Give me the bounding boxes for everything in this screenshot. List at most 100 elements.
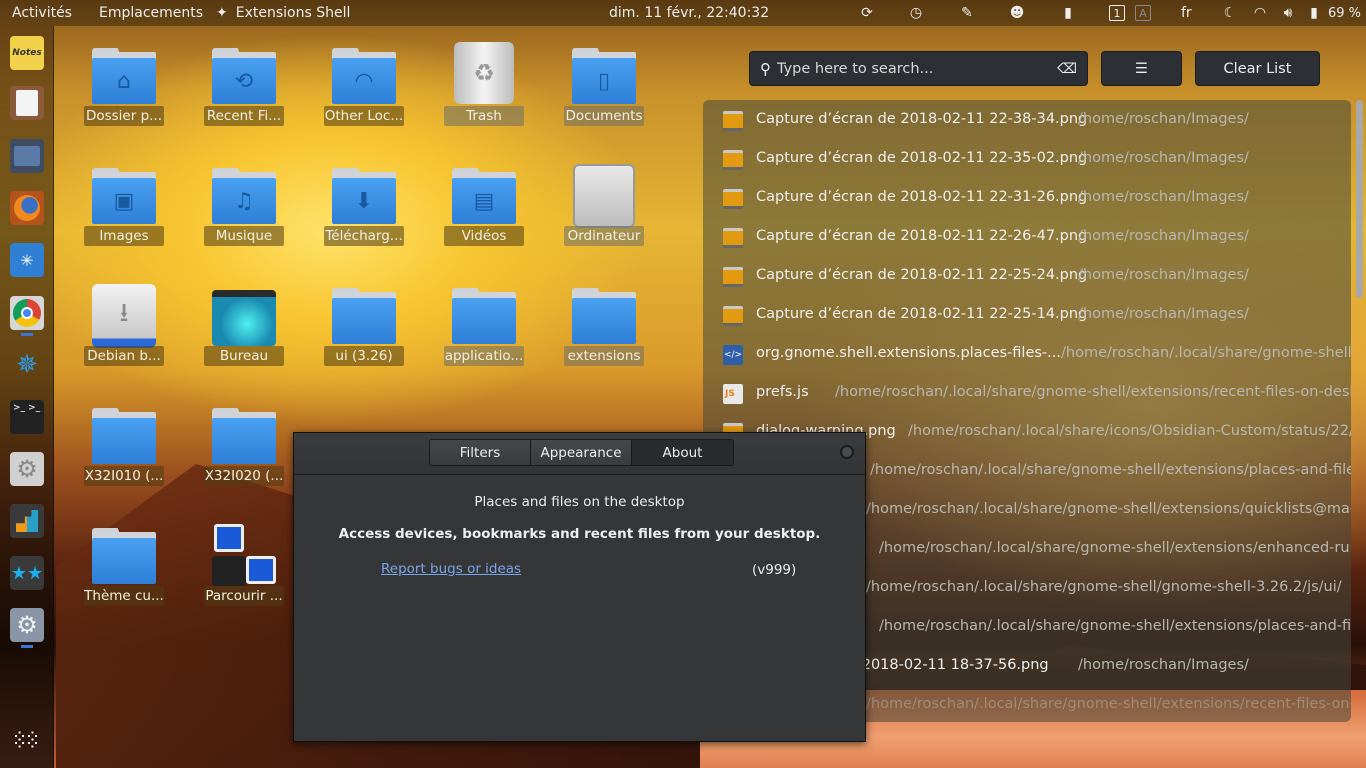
battery-icon[interactable]: ▮ bbox=[1305, 4, 1323, 22]
desktop-icon[interactable]: extensions bbox=[559, 280, 649, 390]
image-file-icon bbox=[723, 189, 743, 209]
workspace-a-indicator[interactable]: A bbox=[1135, 5, 1151, 21]
dock-item-stars[interactable]: ★★ bbox=[10, 556, 44, 590]
history-icon[interactable]: ◷ bbox=[907, 4, 925, 22]
dock-item-compass-star[interactable]: ✵ bbox=[10, 348, 44, 382]
desktop-icon[interactable]: ⭳ Debian b... bbox=[79, 280, 169, 390]
night-light-icon[interactable]: ☾ bbox=[1221, 4, 1239, 22]
dock-item-files[interactable] bbox=[10, 139, 44, 173]
dock-item-browser[interactable]: ✳ bbox=[10, 243, 44, 277]
desktop-icon[interactable]: ♻ Trash bbox=[439, 40, 529, 150]
wifi-icon[interactable]: ◠ bbox=[1251, 4, 1269, 22]
desktop-icon[interactable]: Ordinateur bbox=[559, 160, 649, 270]
recent-file-path: /home/roschan/Images/ bbox=[1078, 306, 1249, 322]
dock-item-notes[interactable]: Notes bbox=[10, 36, 44, 70]
images-folder-icon: ▣ bbox=[92, 168, 156, 224]
desktop-icon-label: Trash bbox=[444, 106, 524, 126]
recent-file-path: /home/roschan/.local/share/gnome-shell/e… bbox=[879, 540, 1351, 556]
recent-file-item[interactable]: Capture d’écran de 2018-02-11 22-26-47.p… bbox=[703, 218, 1351, 257]
recent-file-item[interactable]: </> org.gnome.shell.extensions.places-fil… bbox=[703, 335, 1351, 374]
recent-file-name: Capture d’écran de 2018-02-11 22-38-34.p… bbox=[756, 111, 1088, 127]
tab-appearance[interactable]: Appearance bbox=[531, 440, 632, 465]
clear-search-icon[interactable]: ⌫ bbox=[1057, 61, 1077, 77]
app-menu-label: Extensions Shell bbox=[235, 5, 351, 21]
places-menu[interactable]: Emplacements bbox=[99, 0, 203, 26]
desktop-icon[interactable]: applicatio... bbox=[439, 280, 529, 390]
desktop-icon[interactable]: ♫ Musique bbox=[199, 160, 289, 270]
desktop-icon[interactable]: ui (3.26) bbox=[319, 280, 409, 390]
tweaks-icon: ⚙ bbox=[16, 455, 38, 483]
desktop-icon[interactable]: ⟲ Recent Fi... bbox=[199, 40, 289, 150]
desktop-icon[interactable]: Parcourir ... bbox=[199, 520, 289, 630]
desktop-icon-label: Recent Fi... bbox=[204, 106, 284, 126]
recent-file-path: /home/roschan/.local/share/gnome-shell..… bbox=[1061, 345, 1351, 361]
extensions-icon: ✦ bbox=[216, 5, 228, 21]
desktop-icon-label: X32I010 (... bbox=[84, 466, 164, 486]
clipboard-icon[interactable]: ▮ bbox=[1059, 4, 1077, 22]
desktop-icon[interactable]: ▤ Vidéos bbox=[439, 160, 529, 270]
refresh-icon[interactable]: ⟳ bbox=[858, 4, 876, 22]
folder-icon bbox=[332, 288, 396, 344]
clear-list-button[interactable]: Clear List bbox=[1195, 51, 1320, 86]
recent-file-item[interactable]: JS prefs.js/home/roschan/.local/share/gno… bbox=[703, 374, 1351, 413]
desktop-icon-label: extensions bbox=[564, 346, 644, 366]
report-bugs-link[interactable]: Report bugs or ideas bbox=[381, 561, 521, 577]
desktop-icon[interactable]: ▯ Documents bbox=[559, 40, 649, 150]
recent-file-name: Capture d’écran de 2018-02-11 22-26-47.p… bbox=[756, 228, 1088, 244]
clock[interactable]: dim. 11 févr., 22:40:32 bbox=[609, 0, 769, 26]
desktop-icon-label: Musique bbox=[204, 226, 284, 246]
extension-description: Access devices, bookmarks and recent fil… bbox=[338, 526, 821, 542]
recent-file-path: /home/roschan/Images/ bbox=[1078, 657, 1249, 673]
clipboard-checklist-icon bbox=[16, 90, 38, 116]
recent-file-path: /home/roschan/.local/share/gnome-shell/e… bbox=[866, 696, 1351, 712]
recent-file-item[interactable]: Capture d’écran de 2018-02-11 22-25-24.p… bbox=[703, 257, 1351, 296]
dock-item-settings[interactable]: ⚙ bbox=[10, 608, 44, 642]
recent-file-path: /home/roschan/Images/ bbox=[1078, 228, 1249, 244]
desktop-icon[interactable]: ⌂ Dossier p... bbox=[79, 40, 169, 150]
recent-file-item[interactable]: Capture d’écran de 2018-02-11 22-35-02.p… bbox=[703, 140, 1351, 179]
top-bar: Activités Emplacements ✦ Extensions Shel… bbox=[0, 0, 1366, 26]
workspace-1-indicator[interactable]: 1 bbox=[1109, 5, 1125, 21]
file-manager-icon bbox=[14, 146, 40, 166]
desktop-icon[interactable]: X32I010 (... bbox=[79, 400, 169, 510]
desktop-icon[interactable]: Bureau bbox=[199, 280, 289, 390]
network-folder-icon: ◠ bbox=[332, 48, 396, 104]
battery-percent[interactable]: 69 % bbox=[1328, 0, 1361, 26]
dock: Notes ✳ ✵ >_ >_ ⚙ ★★ ⚙ ⁘⁘ ⁘⁘ bbox=[0, 26, 54, 768]
recent-file-item[interactable]: Capture d’écran de 2018-02-11 22-31-26.p… bbox=[703, 179, 1351, 218]
tab-about[interactable]: About bbox=[632, 440, 733, 465]
dock-item-chrome[interactable] bbox=[10, 296, 44, 330]
pencil-icon[interactable]: ✎ bbox=[958, 4, 976, 22]
desktop-icon[interactable]: X32I020 (... bbox=[199, 400, 289, 510]
monkey-icon[interactable]: ☻ bbox=[1008, 4, 1026, 22]
firefox-icon bbox=[14, 195, 40, 221]
close-button[interactable] bbox=[840, 445, 854, 459]
app-menu[interactable]: ✦ Extensions Shell bbox=[216, 0, 350, 26]
tab-filters[interactable]: Filters bbox=[430, 440, 531, 465]
videos-folder-icon: ▤ bbox=[452, 168, 516, 224]
search-input[interactable] bbox=[777, 60, 1047, 77]
usb-drive-icon: ⭳ bbox=[92, 284, 156, 348]
menu-button[interactable]: ☰ bbox=[1101, 51, 1182, 86]
desktop-icon[interactable]: ▣ Images bbox=[79, 160, 169, 270]
dock-item-tetris[interactable] bbox=[10, 504, 44, 538]
recent-file-item[interactable]: Capture d’écran de 2018-02-11 22-38-34.p… bbox=[703, 101, 1351, 140]
recent-file-name: Capture d’écran de 2018-02-11 22-35-02.p… bbox=[756, 150, 1088, 166]
desktop-icon-label: Debian b... bbox=[84, 346, 164, 366]
desktop-icon-label: Documents bbox=[564, 106, 644, 126]
recent-file-path: /home/roschan/Images/ bbox=[1078, 150, 1249, 166]
dock-item-firefox[interactable] bbox=[10, 191, 44, 225]
keyboard-layout[interactable]: fr bbox=[1181, 0, 1192, 26]
desktop-icon[interactable]: ⬇ Télécharg... bbox=[319, 160, 409, 270]
dock-item-terminal[interactable]: >_ >_ bbox=[10, 400, 44, 434]
show-apps-button[interactable]: ⁘⁘ ⁘⁘ bbox=[10, 724, 44, 758]
activities-button[interactable]: Activités bbox=[12, 0, 72, 26]
dock-item-tweaks[interactable]: ⚙ bbox=[10, 452, 44, 486]
recent-list-scrollbar[interactable] bbox=[1356, 100, 1363, 298]
desktop-icon[interactable]: Thème cu... bbox=[79, 520, 169, 630]
desktop-icon[interactable]: ◠ Other Loc... bbox=[319, 40, 409, 150]
search-box[interactable]: ⚲ ⌫ bbox=[749, 51, 1088, 86]
recent-file-item[interactable]: Capture d’écran de 2018-02-11 22-25-14.p… bbox=[703, 296, 1351, 335]
dock-item-todo[interactable] bbox=[10, 86, 44, 120]
volume-icon[interactable]: 🔊︎ bbox=[1279, 4, 1297, 22]
